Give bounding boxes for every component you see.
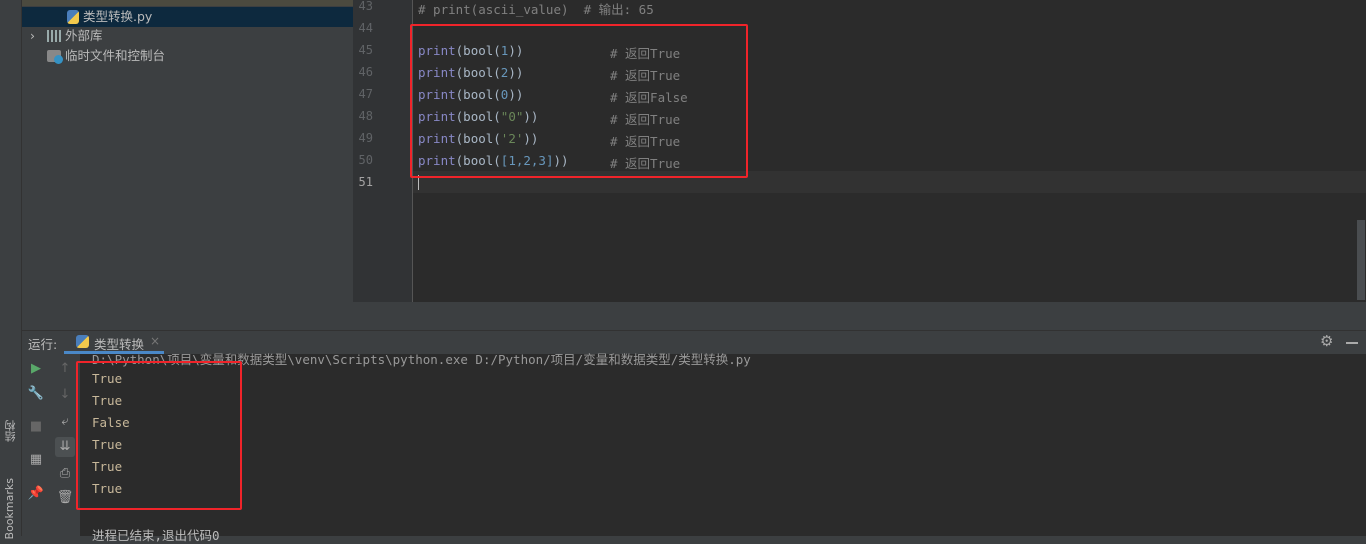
highlight-box-code <box>410 24 748 178</box>
tree-row-folder[interactable] <box>22 0 353 6</box>
line-number: 49 <box>358 131 373 145</box>
scroll-to-end-icon[interactable]: ⇊ <box>55 437 75 457</box>
scratch-label: 临时文件和控制台 <box>65 48 166 63</box>
console-output[interactable]: D:\Python\项目\变量和数据类型\venv\Scripts\python… <box>76 352 1366 543</box>
line-number: 44 <box>358 21 373 35</box>
file-label: 类型转换.py <box>83 9 153 24</box>
highlight-box-output <box>76 361 242 510</box>
line-number: 47 <box>358 87 373 101</box>
trash-icon[interactable]: 🗑 <box>55 488 75 508</box>
tree-item-file[interactable]: 类型转换.py <box>22 7 353 27</box>
scratch-icon <box>47 50 63 64</box>
bookmarks-tab[interactable]: Bookmarks <box>3 478 16 539</box>
code-editor[interactable]: 43 # print(ascii_value) # 输出: 65 44 45 print… <box>353 0 1366 302</box>
structure-tab[interactable]: 结构 <box>3 420 19 442</box>
soft-wrap-icon[interactable]: ⤶ <box>55 412 75 432</box>
arrow-down-icon[interactable]: ↓ <box>55 385 75 405</box>
layout-icon[interactable]: ▦ <box>26 450 46 470</box>
line-number: 51 <box>358 175 373 189</box>
code-line: # print(ascii_value) # 输出: 65 <box>418 2 654 17</box>
arrow-up-icon[interactable]: ↑ <box>55 359 75 379</box>
line-number: 45 <box>358 43 373 57</box>
library-icon <box>47 30 61 42</box>
line-number: 50 <box>358 153 373 167</box>
left-tool-strip: 结构 Bookmarks <box>0 0 22 539</box>
python-icon <box>76 335 89 348</box>
gear-icon[interactable]: ⚙ <box>1320 332 1333 350</box>
pin-icon[interactable]: 📌 <box>26 484 46 504</box>
print-icon[interactable]: ⎙ <box>55 464 75 484</box>
exit-message: 进程已结束,退出代码0 <box>92 528 220 543</box>
run-label: 运行: <box>28 337 58 352</box>
line-number: 48 <box>358 109 373 123</box>
stop-icon[interactable]: ■ <box>26 417 46 437</box>
rerun-icon[interactable]: ▶ <box>26 359 46 379</box>
editor-scrollbar[interactable] <box>1357 220 1365 300</box>
run-toolbar: ▶ 🔧 ■ ▦ 📌 <box>22 354 50 536</box>
library-label: 外部库 <box>65 28 103 43</box>
project-panel: 类型转换.py › 外部库 临时文件和控制台 <box>22 0 353 326</box>
python-file-icon <box>67 10 79 24</box>
tree-item-external-libs[interactable]: › 外部库 <box>22 26 353 46</box>
line-number: 43 <box>358 0 373 13</box>
chevron-right-icon[interactable]: › <box>30 26 35 46</box>
minimize-icon[interactable] <box>1346 342 1358 344</box>
tree-item-scratches[interactable]: 临时文件和控制台 <box>22 46 353 66</box>
line-number: 46 <box>358 65 373 79</box>
wrench-icon[interactable]: 🔧 <box>26 384 46 404</box>
close-icon[interactable]: × <box>150 334 160 348</box>
